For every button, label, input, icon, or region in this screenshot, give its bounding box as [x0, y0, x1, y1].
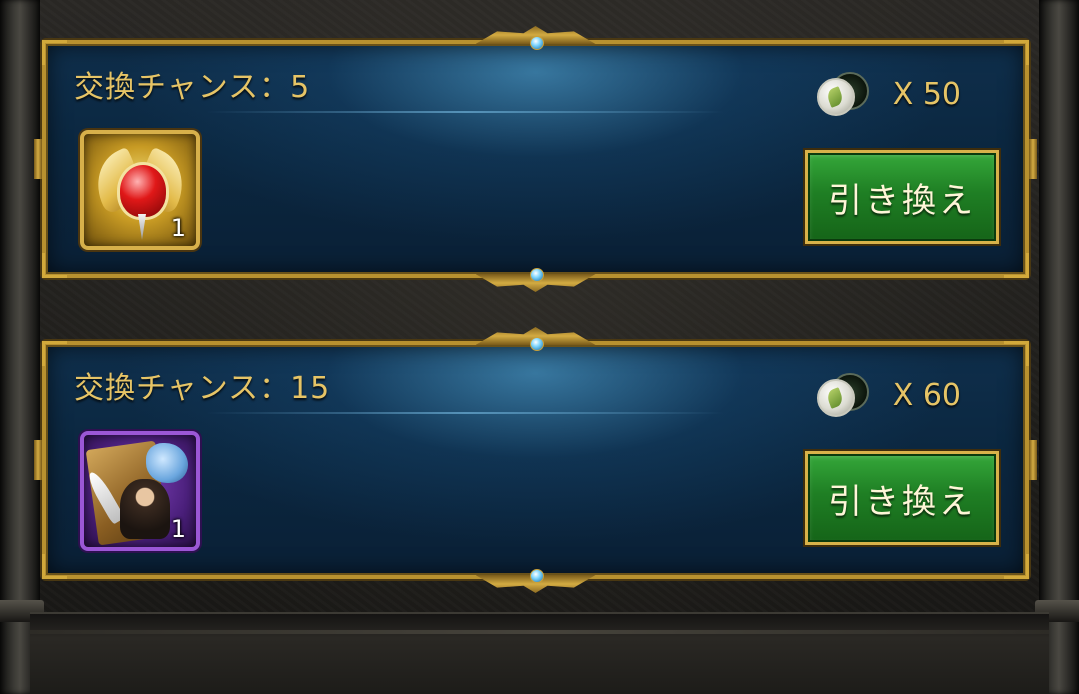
tea-coin-icon: [816, 373, 869, 417]
exchange-screen: 交換チャンス：5 X 50 1 引き換え 交換チャンス：15 X 60 1 引き…: [0, 0, 1079, 694]
exchange-offer-card: 交換チャンス：15 X 60 1 引き換え: [34, 327, 1037, 579]
frame-gem-icon: [529, 569, 544, 583]
redeem-button[interactable]: 引き換え: [805, 451, 999, 545]
frame-gem-icon: [529, 36, 544, 50]
redeem-button[interactable]: 引き換え: [805, 150, 999, 244]
item-quantity: 1: [170, 515, 186, 543]
exchange-chance-label: 交換チャンス：15: [74, 371, 331, 406]
exchange-cost: X 60: [816, 373, 961, 417]
exchange-offer-card: 交換チャンス：5 X 50 1 引き換え: [34, 26, 1037, 278]
tea-coin-icon: [816, 72, 869, 116]
reward-item-slot[interactable]: 1: [80, 130, 200, 250]
frame-gem-icon: [529, 337, 544, 351]
item-quantity: 1: [170, 214, 186, 242]
cost-amount: X 50: [892, 76, 961, 112]
bottom-frame: [30, 612, 1049, 694]
exchange-cost: X 50: [816, 72, 961, 116]
left-pillar-decoration: [0, 0, 44, 694]
frame-gem-icon: [529, 268, 544, 282]
cost-amount: X 60: [892, 377, 961, 413]
right-pillar-decoration: [1035, 0, 1079, 694]
reward-item-slot[interactable]: 1: [80, 431, 200, 551]
exchange-chance-label: 交換チャンス：5: [74, 70, 311, 105]
